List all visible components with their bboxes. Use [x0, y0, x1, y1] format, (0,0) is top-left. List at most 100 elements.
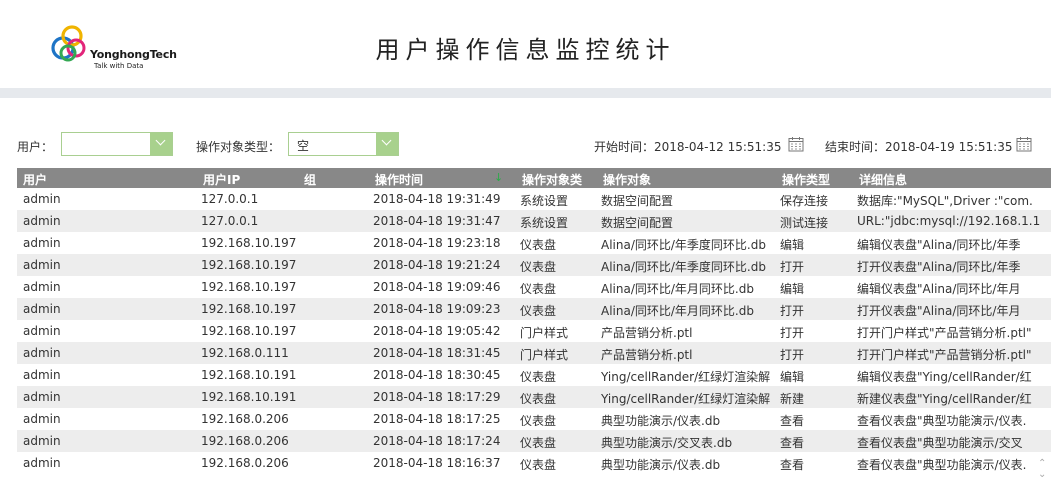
cell-operation-type: 编辑: [780, 282, 805, 296]
table-row[interactable]: admin 192.168.0.206 2018-04-18 18:17:25 仪表盘…: [17, 408, 1051, 430]
cell-detail: 新建仪表盘"Ying/cellRander/红: [857, 392, 1032, 406]
cell-operation-time: 2018-04-18 18:31:45: [373, 346, 501, 360]
column-header-operation-time[interactable]: 操作时间: [375, 171, 423, 188]
cell-object-type: 仪表盘: [520, 304, 557, 318]
user-filter-label: 用户：: [17, 140, 54, 154]
table-row[interactable]: admin 127.0.0.1 2018-04-18 19:31:47 系统设置 数据空…: [17, 210, 1051, 232]
column-header-operation-type[interactable]: 操作类型: [782, 171, 830, 188]
cell-user-ip: 192.168.0.111: [201, 346, 289, 360]
cell-object: Ying/cellRander/红绿灯渲染解: [601, 392, 771, 406]
cell-user-ip: 192.168.10.197: [201, 280, 297, 294]
cell-operation-time: 2018-04-18 18:17:29: [373, 390, 501, 404]
cell-operation-type: 新建: [780, 392, 805, 406]
cell-operation-type: 编辑: [780, 238, 805, 252]
table-row[interactable]: admin 192.168.10.197 2018-04-18 19:21:24 仪表…: [17, 254, 1051, 276]
cell-detail: 数据库:"MySQL",Driver :"com.: [857, 194, 1033, 208]
table-row[interactable]: admin 192.168.0.206 2018-04-18 18:16:37 仪表盘…: [17, 452, 1051, 474]
cell-object: 典型功能演示/仪表.db: [601, 414, 721, 428]
scroll-indicator-icon[interactable]: ⌃ ⌄: [1038, 458, 1046, 480]
calendar-icon[interactable]: [1016, 136, 1032, 152]
cell-detail: 编辑仪表盘"Ying/cellRander/红: [857, 370, 1032, 384]
cell-object: 数据空间配置: [601, 194, 674, 208]
table-row[interactable]: admin 192.168.10.197 2018-04-18 19:23:18 仪表…: [17, 232, 1051, 254]
cell-detail: 打开仪表盘"Alina/同环比/年月: [857, 304, 1021, 318]
object-type-filter-label: 操作对象类型：: [196, 140, 281, 154]
cell-operation-time: 2018-04-18 19:09:46: [373, 280, 501, 294]
cell-object: 产品营销分析.ptl: [601, 326, 693, 340]
start-time-value: 2018-04-12 15:51:35: [654, 140, 782, 154]
cell-detail: 打开仪表盘"Alina/同环比/年季: [857, 260, 1021, 274]
cell-object-type: 仪表盘: [520, 458, 557, 472]
header-divider: [0, 88, 1051, 98]
cell-object-type: 仪表盘: [520, 238, 557, 252]
cell-operation-type: 编辑: [780, 370, 805, 384]
chevron-down-icon[interactable]: [150, 133, 172, 155]
cell-detail: 查看仪表盘"典型功能演示/仪表.: [857, 414, 1027, 428]
sort-descending-icon[interactable]: ↓: [494, 171, 503, 184]
column-header-group[interactable]: 组: [304, 171, 316, 188]
cell-detail: URL:"jdbc:mysql://192.168.1.1: [857, 214, 1041, 228]
page-header: YonghongTech Talk with Data 用户操作信息监控统计: [0, 0, 1051, 88]
table-row[interactable]: admin 192.168.10.191 2018-04-18 18:17:29 仪表…: [17, 386, 1051, 408]
end-time-value: 2018-04-19 15:51:35: [885, 140, 1013, 154]
cell-detail: 打开门户样式"产品营销分析.ptl": [857, 326, 1032, 340]
cell-object-type: 仪表盘: [520, 414, 557, 428]
column-header-object-type[interactable]: 操作对象类: [522, 171, 582, 188]
column-header-object[interactable]: 操作对象: [603, 171, 651, 188]
cell-operation-type: 打开: [780, 304, 805, 318]
cell-object-type: 仪表盘: [520, 260, 557, 274]
cell-object: Alina/同环比/年季度同环比.db: [601, 238, 766, 252]
cell-user-ip: 192.168.10.197: [201, 302, 297, 316]
cell-operation-time: 2018-04-18 18:30:45: [373, 368, 501, 382]
table-row[interactable]: admin 192.168.0.111 2018-04-18 18:31:45 门户样…: [17, 342, 1051, 364]
cell-user-ip: 127.0.0.1: [201, 192, 259, 206]
table-row[interactable]: admin 192.168.10.191 2018-04-18 18:30:45 仪表…: [17, 364, 1051, 386]
cell-operation-time: 2018-04-18 19:23:18: [373, 236, 501, 250]
cell-user: admin: [23, 236, 61, 250]
page-title: 用户操作信息监控统计: [375, 36, 676, 64]
cell-detail: 编辑仪表盘"Alina/同环比/年月: [857, 282, 1021, 296]
cell-object-type: 仪表盘: [520, 436, 557, 450]
cell-user: admin: [23, 412, 61, 426]
cell-user: admin: [23, 390, 61, 404]
cell-user-ip: 192.168.0.206: [201, 456, 289, 470]
cell-operation-time: 2018-04-18 19:31:49: [373, 192, 501, 206]
cell-object: 典型功能演示/交叉表.db: [601, 436, 733, 450]
cell-object: 数据空间配置: [601, 216, 674, 230]
table-row[interactable]: admin 192.168.10.197 2018-04-18 19:05:42 门户…: [17, 320, 1051, 342]
chevron-down-icon[interactable]: [376, 133, 398, 155]
table-row[interactable]: admin 192.168.0.206 2018-04-18 18:17:24 仪表盘…: [17, 430, 1051, 452]
cell-detail: 查看仪表盘"典型功能演示/交叉: [857, 436, 1023, 450]
filter-bar: 用户： 操作对象类型： 空 开始时间：2018-04-12 15:51:35 结…: [0, 98, 1051, 168]
cell-user: admin: [23, 192, 61, 206]
cell-operation-time: 2018-04-18 18:16:37: [373, 456, 501, 470]
cell-object-type: 门户样式: [520, 326, 569, 340]
cell-detail: 编辑仪表盘"Alina/同环比/年季: [857, 238, 1021, 252]
start-time-label: 开始时间：2018-04-12 15:51:35: [594, 140, 782, 154]
table-row[interactable]: admin 192.168.10.197 2018-04-18 19:09:23 仪表…: [17, 298, 1051, 320]
cell-operation-time: 2018-04-18 18:17:25: [373, 412, 501, 426]
calendar-icon[interactable]: [788, 136, 804, 152]
cell-user-ip: 127.0.0.1: [201, 214, 259, 228]
table-row[interactable]: admin 127.0.0.1 2018-04-18 19:31:49 系统设置 数据空…: [17, 188, 1051, 210]
cell-user: admin: [23, 368, 61, 382]
column-header-user[interactable]: 用户: [23, 171, 47, 188]
cell-operation-type: 查看: [780, 458, 805, 472]
cell-user-ip: 192.168.10.191: [201, 390, 297, 404]
column-header-user-ip[interactable]: 用户IP: [203, 171, 240, 188]
user-select[interactable]: [61, 132, 173, 156]
cell-operation-type: 查看: [780, 414, 805, 428]
cell-object: 产品营销分析.ptl: [601, 348, 693, 362]
cell-user: admin: [23, 346, 61, 360]
object-type-select[interactable]: 空: [288, 132, 399, 156]
end-time-label: 结束时间：2018-04-19 15:51:35: [825, 140, 1013, 154]
cell-object-type: 系统设置: [520, 216, 569, 230]
cell-object: 典型功能演示/仪表.db: [601, 458, 721, 472]
table-row[interactable]: admin 192.168.10.197 2018-04-18 19:09:46 仪表…: [17, 276, 1051, 298]
column-header-detail[interactable]: 详细信息: [859, 171, 907, 188]
cell-operation-type: 查看: [780, 436, 805, 450]
cell-object-type: 系统设置: [520, 194, 569, 208]
cell-operation-time: 2018-04-18 18:17:24: [373, 434, 501, 448]
cell-user: admin: [23, 280, 61, 294]
cell-operation-type: 打开: [780, 260, 805, 274]
